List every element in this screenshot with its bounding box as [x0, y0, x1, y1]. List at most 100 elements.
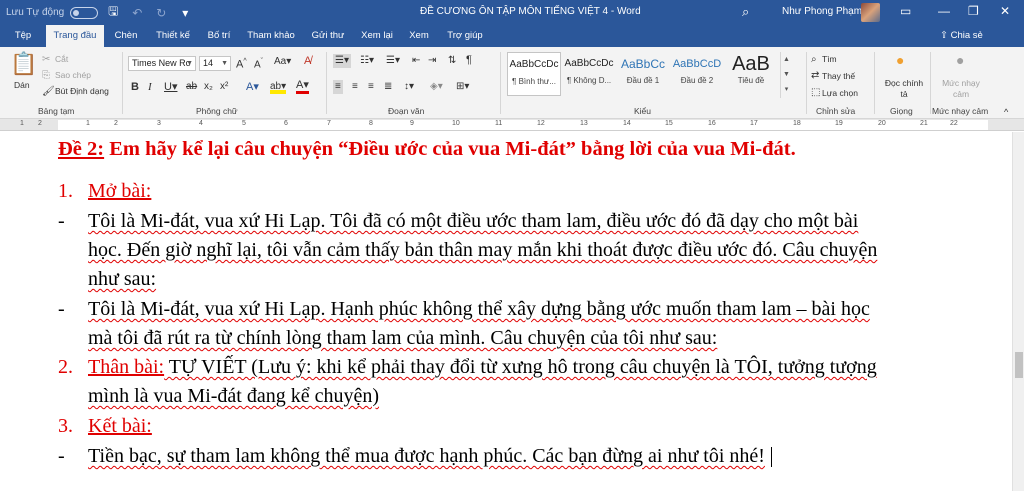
format-painter-button[interactable]: Bút Định dạng — [55, 86, 109, 96]
align-right-icon[interactable]: ≡ — [368, 80, 374, 94]
decrease-indent-icon[interactable]: ⇤ — [412, 54, 420, 68]
group-divider — [122, 52, 123, 114]
copy-button[interactable]: Sao chép — [55, 70, 91, 80]
clear-formatting-icon[interactable]: A̸ — [304, 54, 311, 68]
dictate-button[interactable]: Đọc chính tả — [882, 78, 926, 100]
shading-icon[interactable]: ◈▾ — [430, 80, 443, 94]
replace-button[interactable]: Thay thế — [822, 71, 855, 81]
close-icon[interactable]: ✕ — [1000, 4, 1010, 18]
numbering-icon[interactable]: ☷▾ — [360, 54, 374, 68]
ruler-number: 1 — [20, 120, 24, 127]
tab-references[interactable]: Tham khảo — [242, 25, 300, 47]
customize-qat-icon[interactable]: ▾ — [176, 6, 194, 20]
style-heading-1[interactable]: AaBbCc Đầu đề 1 — [616, 52, 670, 96]
tab-layout[interactable]: Bố trí — [200, 25, 238, 47]
multilevel-list-icon[interactable]: ☰▾ — [386, 54, 400, 68]
paste-icon[interactable]: 📋 — [10, 51, 37, 77]
styles-group-label: Kiểu — [634, 106, 652, 116]
show-formatting-icon[interactable]: ¶ — [466, 53, 472, 67]
text-effects-icon[interactable]: A▾ — [246, 80, 259, 94]
style-name: Đầu đề 2 — [680, 76, 714, 85]
cut-icon[interactable]: ✂ — [42, 53, 50, 67]
tab-mailings[interactable]: Gửi thư — [306, 25, 350, 47]
avatar[interactable] — [861, 3, 880, 22]
tab-review[interactable]: Xem lại — [356, 25, 398, 47]
ruler-number: 13 — [580, 120, 588, 127]
bullets-icon[interactable]: ☰▾ — [333, 54, 351, 68]
sensitivity-button[interactable]: Mức nhạy cảm — [934, 78, 988, 100]
change-case-icon[interactable]: Aa▾ — [274, 55, 291, 69]
find-icon[interactable]: ⌕ — [811, 53, 817, 67]
tab-view[interactable]: Xem — [404, 25, 434, 47]
style-name: ¶ Không D... — [566, 76, 612, 85]
search-icon[interactable]: ⌕ — [742, 4, 749, 20]
bold-icon[interactable]: B — [131, 80, 139, 94]
copy-icon[interactable]: ⎘ — [42, 69, 50, 83]
font-color-icon[interactable]: A▾ — [296, 80, 309, 94]
borders-icon[interactable]: ⊞▾ — [456, 80, 469, 94]
ruler-number: 4 — [199, 120, 203, 127]
select-button[interactable]: Lựa chọn — [822, 88, 858, 98]
ruler-number: 20 — [878, 120, 886, 127]
restore-icon[interactable]: ❐ — [968, 4, 979, 18]
dictate-icon[interactable]: ● — [896, 53, 904, 67]
paragraph-line: mà tôi đã rút ra từ chính lòng tham lam … — [88, 327, 718, 349]
superscript-icon[interactable]: x² — [220, 80, 228, 94]
find-button[interactable]: Tìm — [822, 54, 837, 64]
horizontal-ruler[interactable]: 1 2 1 2 3 4 5 6 7 8 9 10 11 12 13 14 15 … — [0, 119, 1024, 131]
ruler-number: 21 — [920, 120, 928, 127]
select-icon[interactable]: ⬚ — [811, 86, 820, 100]
save-icon[interactable]: 🖫 — [104, 2, 122, 23]
chevron-down-icon[interactable]: ▼ — [781, 67, 792, 82]
line-spacing-icon[interactable]: ↕▾ — [404, 80, 414, 94]
shrink-font-icon[interactable]: Aˇ — [254, 55, 263, 72]
format-painter-icon[interactable]: 🖌 — [42, 85, 55, 99]
increase-indent-icon[interactable]: ⇥ — [428, 54, 436, 68]
document-heading: Đề 2: Em hãy kể lại câu chuyện “Điều ước… — [58, 138, 796, 161]
ribbon-display-icon[interactable]: ▭ — [900, 4, 911, 18]
underline-icon[interactable]: U▾ — [164, 80, 177, 94]
style-heading-2[interactable]: AaBbCcD Đầu đề 2 — [670, 52, 724, 96]
align-center-icon[interactable]: ≡ — [352, 80, 358, 94]
tab-file[interactable]: Tệp — [6, 25, 40, 47]
font-group-label: Phông chữ — [196, 106, 238, 116]
cut-button[interactable]: Cắt — [55, 54, 68, 64]
collapse-ribbon-icon[interactable]: ^ — [1004, 105, 1008, 119]
styles-gallery-scroll[interactable]: ▲ ▼ ▾ — [780, 52, 792, 98]
chevron-up-icon[interactable]: ▲ — [781, 52, 792, 67]
scrollbar-thumb[interactable] — [1015, 352, 1023, 378]
undo-icon[interactable]: ↶ — [128, 6, 146, 20]
tab-insert[interactable]: Chèn — [108, 25, 144, 47]
document-page[interactable]: Đề 2: Em hãy kể lại câu chuyện “Điều ước… — [0, 132, 1024, 491]
minimize-icon[interactable]: — — [938, 4, 950, 18]
italic-icon[interactable]: I — [148, 80, 152, 94]
more-styles-icon[interactable]: ▾ — [781, 82, 792, 97]
font-size-combo[interactable]: 14 ▼ — [199, 56, 231, 71]
autosave-toggle[interactable] — [70, 6, 99, 19]
font-name-combo[interactable]: Times New Ro ▼ — [128, 56, 196, 71]
align-left-icon[interactable]: ≡ — [333, 80, 343, 94]
style-title[interactable]: AaB Tiêu đề — [724, 52, 778, 96]
paste-label[interactable]: Dán — [14, 80, 30, 90]
redo-icon[interactable]: ↻ — [152, 6, 170, 20]
ruler-number: 19 — [835, 120, 843, 127]
sensitivity-icon[interactable]: ● — [956, 53, 964, 67]
style-no-spacing[interactable]: AaBbCcDc ¶ Không D... — [562, 52, 616, 96]
replace-icon[interactable]: ⇄ — [811, 69, 819, 83]
ruler-number: 17 — [750, 120, 758, 127]
style-normal[interactable]: AaBbCcDc ¶ Bình thư... — [507, 52, 561, 96]
user-name[interactable]: Như Phong Phạm — [782, 6, 862, 17]
tab-design[interactable]: Thiết kế — [150, 25, 196, 47]
highlight-icon[interactable]: ab▾ — [270, 80, 287, 94]
tab-help[interactable]: Trợ giúp — [442, 25, 488, 47]
paragraph-group-label: Đoạn văn — [388, 106, 425, 116]
share-button[interactable]: ⇪ Chia sẻ — [940, 25, 983, 47]
tab-home[interactable]: Trang đầu — [46, 25, 104, 47]
font-name-value: Times New Ro — [132, 58, 191, 68]
vertical-scrollbar[interactable] — [1012, 132, 1024, 491]
sort-icon[interactable]: ⇅ — [448, 54, 456, 68]
strikethrough-icon[interactable]: ab — [186, 80, 197, 94]
justify-icon[interactable]: ≣ — [384, 80, 392, 94]
subscript-icon[interactable]: x₂ — [204, 80, 213, 94]
grow-font-icon[interactable]: A^ — [236, 55, 247, 72]
